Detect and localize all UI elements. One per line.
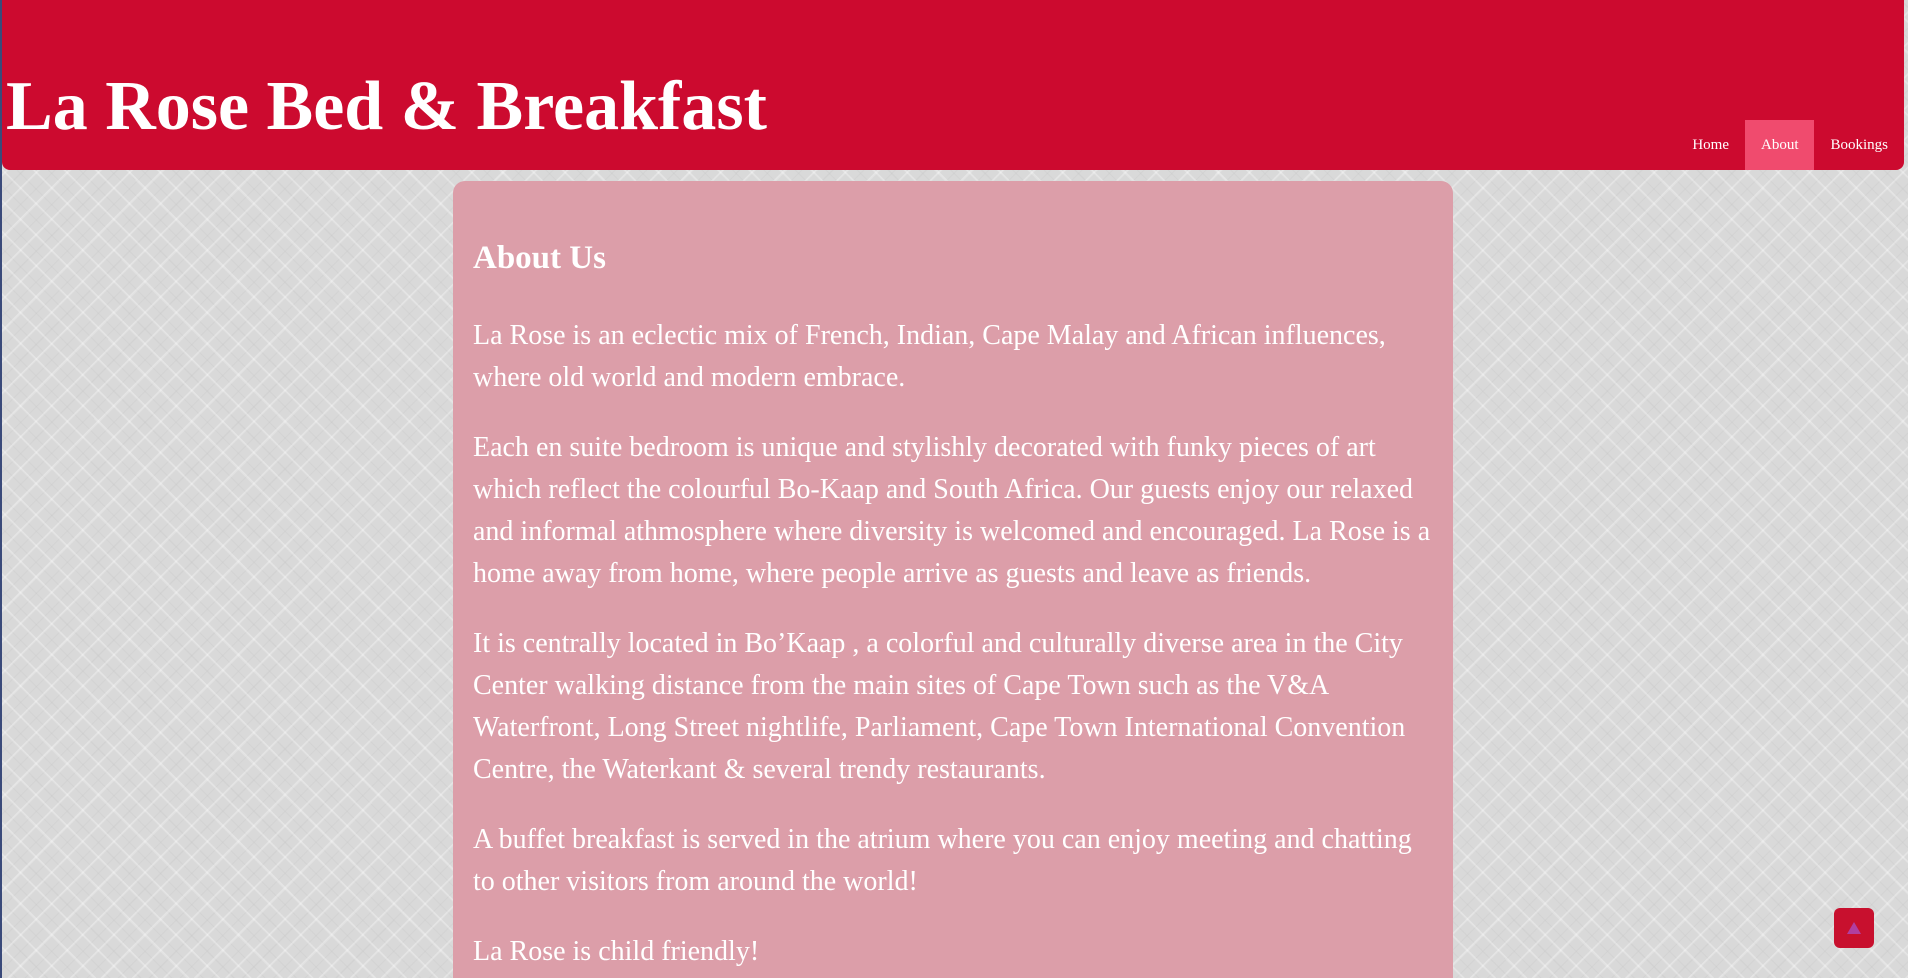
about-content-card: About Us La Rose is an eclectic mix of F… (453, 181, 1453, 978)
nav-home-link[interactable]: Home (1676, 120, 1745, 170)
nav-about-link[interactable]: About (1744, 120, 1815, 170)
about-heading: About Us (473, 240, 606, 276)
about-paragraph-location: It is centrally located in Bo’Kaap , a c… (473, 628, 1406, 785)
about-paragraph-rooms: Each en suite bedroom is unique and styl… (473, 432, 1431, 589)
about-paragraph-intro: La Rose is an eclectic mix of French, In… (473, 320, 1386, 393)
main-nav: Home About Bookings (1676, 120, 1904, 170)
about-paragraph-child-friendly: La Rose is child friendly! (473, 936, 760, 967)
nav-bookings-link[interactable]: Bookings (1814, 120, 1904, 170)
back-to-top-button[interactable] (1834, 908, 1874, 948)
about-paragraph-breakfast: A buffet breakfast is served in the atri… (473, 824, 1412, 897)
arrow-up-icon (1846, 921, 1862, 935)
site-title: La Rose Bed & Breakfast (6, 68, 767, 145)
site-header: La Rose Bed & Breakfast Home About Booki… (2, 0, 1904, 170)
